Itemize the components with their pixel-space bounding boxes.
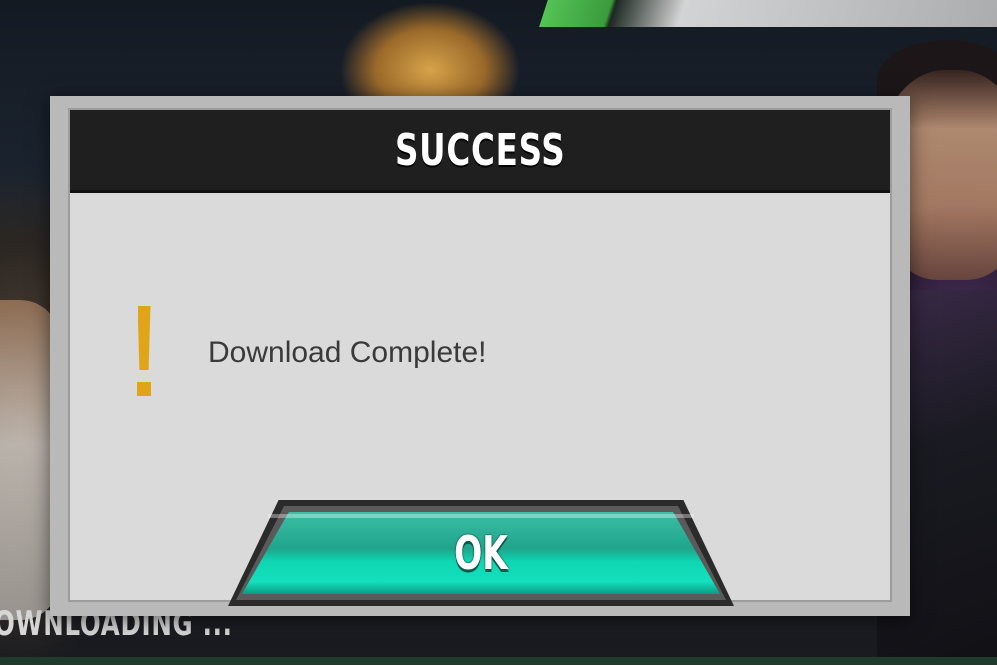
- dialog-panel: SUCCESS Download Complete! OK: [68, 108, 892, 606]
- ok-button[interactable]: OK: [228, 500, 734, 606]
- success-dialog: SUCCESS Download Complete! OK: [50, 96, 910, 616]
- exclamation-dot: [137, 382, 151, 396]
- game-logo-fragment: [539, 0, 997, 27]
- exclamation-icon: [132, 306, 156, 406]
- exclamation-bar: [137, 306, 151, 370]
- dialog-title: SUCCESS: [394, 124, 566, 176]
- dialog-message: Download Complete!: [208, 336, 487, 369]
- dialog-title-bar: SUCCESS: [70, 110, 890, 193]
- loading-progress-bar: [0, 657, 997, 665]
- ok-button-label: OK: [454, 526, 508, 580]
